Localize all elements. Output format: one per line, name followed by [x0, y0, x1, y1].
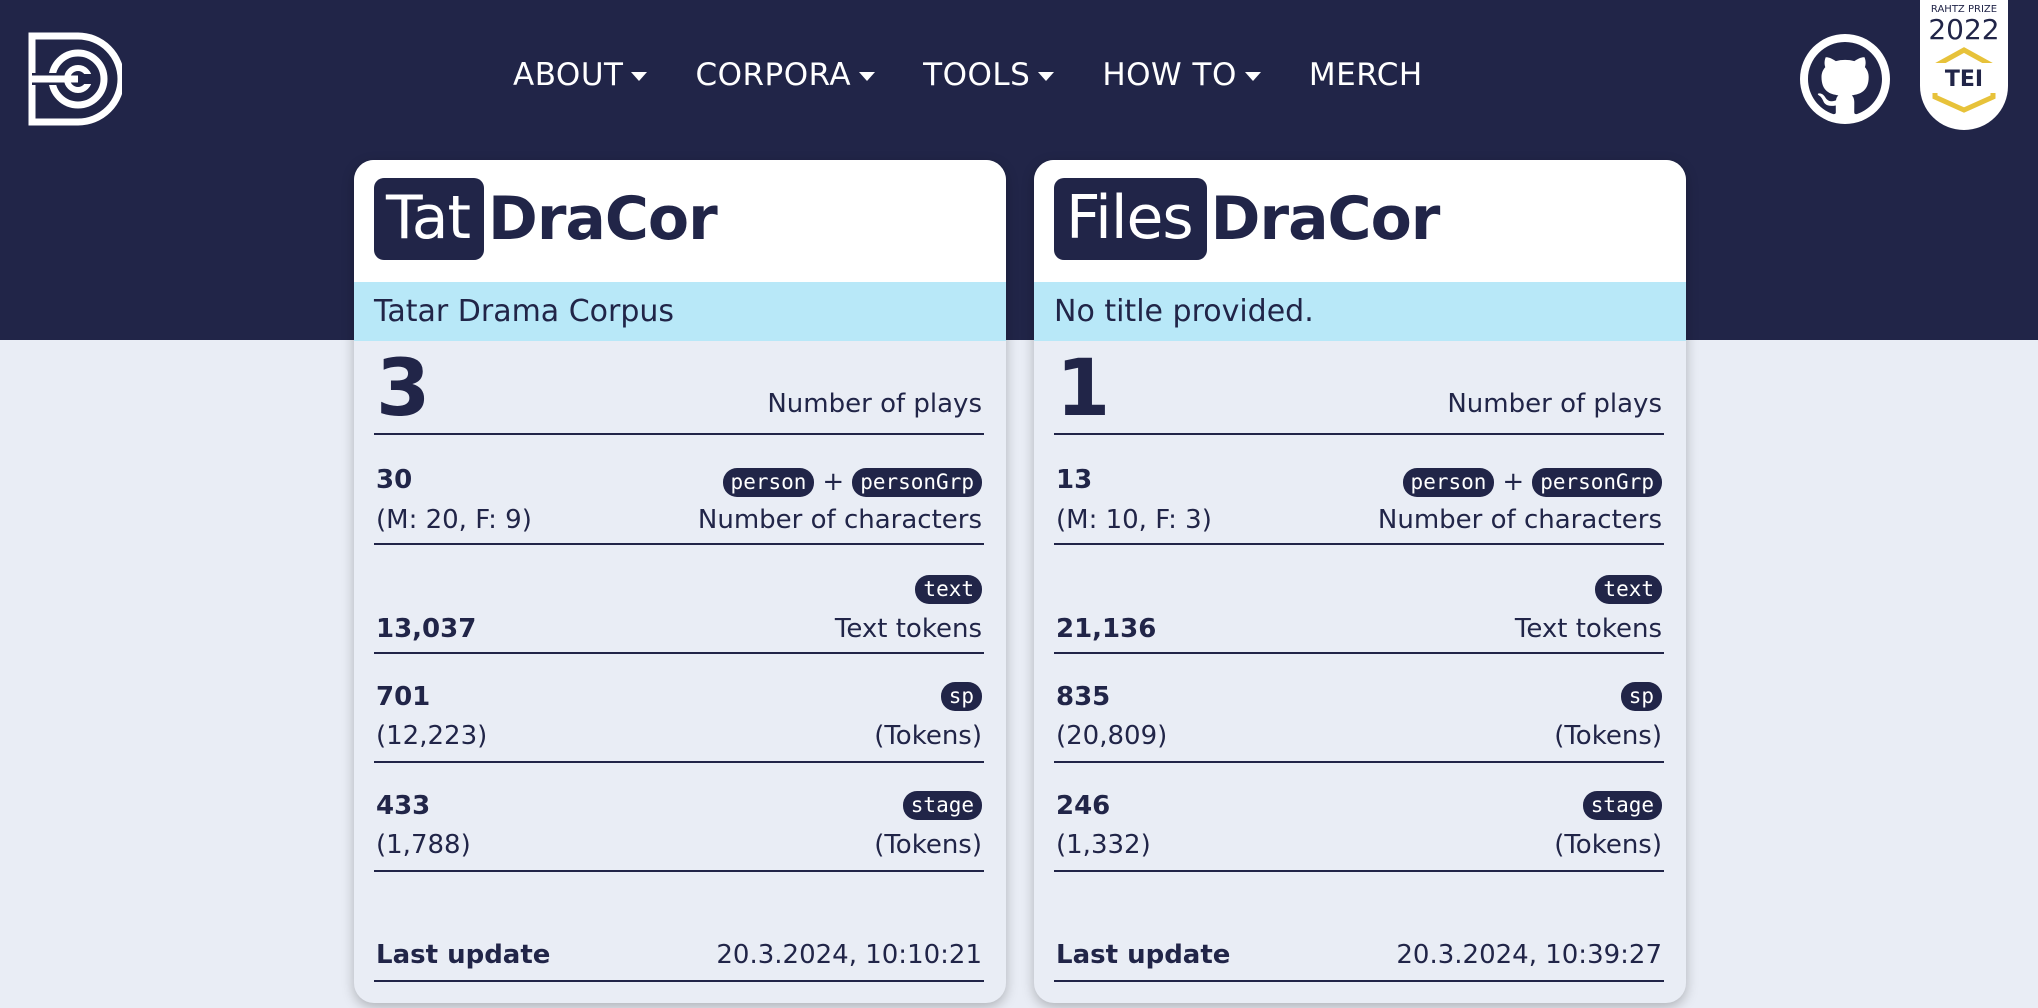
stage-tag: stage	[902, 791, 982, 820]
text-tags: text	[915, 575, 982, 604]
sp-tags: sp	[1620, 682, 1662, 711]
sp-row: 835 sp (20,809) (Tokens)	[1054, 654, 1664, 763]
text-tokens-row: text 21,136 Text tokens	[1054, 545, 1664, 654]
github-icon[interactable]	[1800, 34, 1890, 124]
characters-count: 30	[376, 465, 413, 495]
sp-count: 701	[376, 682, 431, 712]
corpus-card[interactable]: Files DraCor No title provided. 1 Number…	[1034, 160, 1686, 1003]
corpus-brand[interactable]: Tat DraCor	[374, 178, 718, 260]
rahtz-prize-badge[interactable]: RAHTZ PRIZE 2022 TEI	[1920, 0, 2008, 130]
plus-sign: +	[1502, 467, 1525, 497]
site-header: ABOUT CORPORA TOOLS HOW TO MERCH RAHTZ P…	[0, 0, 2038, 340]
plays-label: Number of plays	[767, 389, 982, 419]
plays-label: Number of plays	[1447, 389, 1662, 419]
plays-row: 1 Number of plays	[1054, 341, 1664, 435]
chevron-down-icon	[859, 72, 876, 81]
plays-count: 3	[376, 344, 431, 434]
corpus-prefix: Tat	[374, 178, 485, 260]
character-tags: person + personGrp	[1402, 467, 1662, 497]
stage-row: 433 stage (1,788) (Tokens)	[374, 763, 984, 872]
characters-breakdown: (M: 10, F: 3)	[1056, 505, 1212, 535]
corpus-suffix: DraCor	[488, 184, 718, 254]
sp-tag: sp	[940, 682, 982, 711]
nav-tools[interactable]: TOOLS	[923, 57, 1055, 93]
persongrp-tag: personGrp	[852, 467, 982, 497]
characters-row: 13 person + personGrp (M: 10, F: 3) Numb…	[1054, 435, 1664, 545]
last-update-row: Last update 20.3.2024, 10:10:21	[374, 872, 984, 982]
sp-tokens: (12,223)	[376, 721, 488, 751]
nav-merch[interactable]: MERCH	[1309, 57, 1423, 93]
last-update-label: Last update	[1056, 940, 1231, 970]
sp-tokens-label: (Tokens)	[874, 721, 982, 751]
sp-tokens-label: (Tokens)	[1554, 721, 1662, 751]
text-tokens-count: 21,136	[1056, 614, 1157, 644]
stage-tags: stage	[1582, 791, 1662, 820]
text-tag: text	[1595, 575, 1662, 604]
nav-about[interactable]: ABOUT	[513, 57, 648, 93]
last-update-value: 20.3.2024, 10:39:27	[1396, 940, 1662, 970]
sp-tag: sp	[1620, 682, 1662, 711]
text-tokens-row: text 13,037 Text tokens	[374, 545, 984, 654]
text-tags: text	[1595, 575, 1662, 604]
stage-tokens-label: (Tokens)	[1554, 830, 1662, 860]
person-tag: person	[722, 467, 815, 497]
stage-tag: stage	[1582, 791, 1662, 820]
text-tag: text	[915, 575, 982, 604]
sp-count: 835	[1056, 682, 1111, 712]
corpus-suffix: DraCor	[1210, 184, 1441, 254]
corpus-prefix: Files	[1054, 178, 1207, 260]
nav-how-to[interactable]: HOW TO	[1102, 57, 1261, 93]
person-tag: person	[1402, 467, 1495, 497]
nav-merch-label: MERCH	[1308, 57, 1423, 93]
chevron-down-icon	[1038, 72, 1055, 81]
tei-label: TEI	[1944, 67, 1984, 92]
text-tokens-label: Text tokens	[834, 614, 982, 644]
characters-label: Number of characters	[1377, 505, 1662, 535]
stage-tokens: (1,332)	[1056, 830, 1151, 860]
characters-row: 30 person + personGrp (M: 20, F: 9) Numb…	[374, 435, 984, 545]
plays-row: 3 Number of plays	[374, 341, 984, 435]
corpus-brand[interactable]: Files DraCor	[1054, 178, 1441, 260]
corpus-title: Tatar Drama Corpus	[354, 282, 1006, 341]
sp-tags: sp	[940, 682, 982, 711]
sp-tokens: (20,809)	[1056, 721, 1168, 751]
persongrp-tag: personGrp	[1532, 467, 1662, 497]
main-nav: ABOUT CORPORA TOOLS HOW TO MERCH	[513, 52, 1471, 98]
card-header: Files DraCor	[1034, 160, 1686, 282]
stage-count: 433	[376, 791, 431, 821]
nav-about-label: ABOUT	[513, 57, 624, 93]
characters-label: Number of characters	[697, 505, 982, 535]
last-update-row: Last update 20.3.2024, 10:39:27	[1054, 872, 1664, 982]
stage-tags: stage	[902, 791, 982, 820]
card-header: Tat DraCor	[354, 160, 1006, 282]
text-tokens-count: 13,037	[376, 614, 477, 644]
sp-row: 701 sp (12,223) (Tokens)	[374, 654, 984, 763]
stage-count: 246	[1056, 791, 1111, 821]
characters-breakdown: (M: 20, F: 9)	[376, 505, 532, 535]
plays-count: 1	[1056, 344, 1111, 434]
tei-logo: TEI	[1929, 47, 1999, 113]
stage-tokens: (1,788)	[376, 830, 471, 860]
last-update-label: Last update	[376, 940, 551, 970]
nav-corpora[interactable]: CORPORA	[695, 57, 876, 93]
corpus-title: No title provided.	[1034, 282, 1686, 341]
nav-how-to-label: HOW TO	[1102, 57, 1237, 93]
stage-row: 246 stage (1,332) (Tokens)	[1054, 763, 1664, 872]
dracor-logo[interactable]	[28, 32, 125, 126]
character-tags: person + personGrp	[722, 467, 982, 497]
chevron-down-icon	[1244, 72, 1261, 81]
last-update-value: 20.3.2024, 10:10:21	[716, 940, 982, 970]
stage-tokens-label: (Tokens)	[874, 830, 982, 860]
prize-year: 2022	[1928, 13, 2000, 46]
nav-tools-label: TOOLS	[923, 57, 1031, 93]
nav-corpora-label: CORPORA	[695, 57, 852, 93]
characters-count: 13	[1056, 465, 1093, 495]
plus-sign: +	[822, 467, 845, 497]
chevron-down-icon	[631, 72, 648, 81]
text-tokens-label: Text tokens	[1514, 614, 1662, 644]
corpus-card[interactable]: Tat DraCor Tatar Drama Corpus 3 Number o…	[354, 160, 1006, 1003]
